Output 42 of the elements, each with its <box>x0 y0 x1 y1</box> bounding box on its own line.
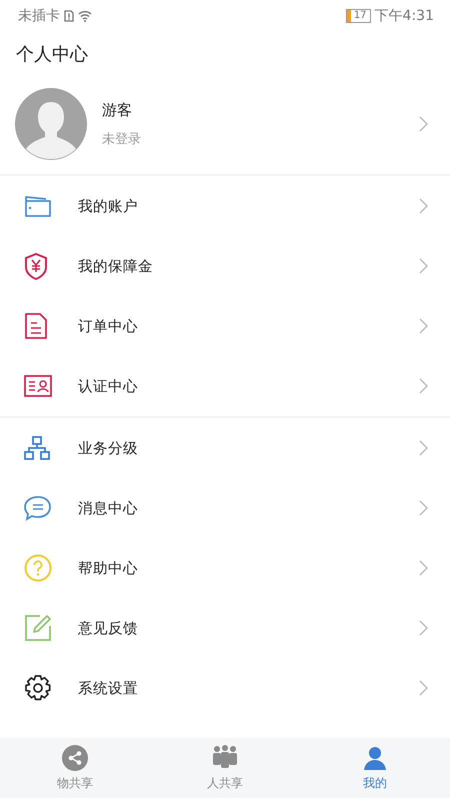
battery-indicator: 17 <box>346 9 371 23</box>
chevron-icon <box>419 318 428 334</box>
chevron-icon <box>419 440 428 456</box>
profile-row[interactable]: 游客 未登录 <box>0 78 450 174</box>
chevron-icon <box>419 378 428 394</box>
menu-item[interactable]: 认证中心 <box>0 356 450 416</box>
menu-item[interactable]: 业务分级 <box>0 418 450 478</box>
login-status: 未登录 <box>102 130 142 148</box>
chevron-icon <box>419 198 428 214</box>
chevron-icon <box>419 680 428 696</box>
menu-item[interactable]: 帮助中心 <box>0 538 450 598</box>
settings-icon <box>24 674 52 702</box>
menu-item[interactable]: 意见反馈 <box>0 598 450 658</box>
chat-icon <box>24 495 52 521</box>
menu-item[interactable]: 我的账户 <box>0 176 450 236</box>
page-title: 个人中心 <box>15 43 89 67</box>
menu-item[interactable]: 消息中心 <box>0 478 450 538</box>
chevron-icon <box>419 620 428 636</box>
avatar-icon <box>15 88 87 160</box>
id-card-icon <box>24 375 52 397</box>
chevron-icon <box>419 500 428 516</box>
nav-tab[interactable]: 我的 <box>300 738 450 798</box>
help-icon <box>24 554 52 582</box>
hierarchy-icon <box>24 436 50 460</box>
menu-item[interactable]: 我的保障金 <box>0 236 450 296</box>
user-name: 游客 <box>102 100 133 120</box>
edit-icon <box>24 614 52 642</box>
wallet-icon <box>24 194 52 218</box>
people-icon <box>211 744 239 770</box>
carrier-text: 未插卡 <box>18 7 60 25</box>
chevron-icon <box>419 560 428 576</box>
chevron-icon <box>419 258 428 274</box>
chevron-icon <box>419 116 428 132</box>
yen-shield-icon <box>24 252 48 280</box>
menu-item[interactable]: 系统设置 <box>0 658 450 718</box>
wifi-icon <box>78 10 92 22</box>
menu-item[interactable]: 订单中心 <box>0 296 450 356</box>
person-icon <box>362 744 388 770</box>
clock-text: 下午4:31 <box>374 7 434 25</box>
document-icon <box>24 312 48 340</box>
share-icon <box>62 744 88 770</box>
sim-icon <box>64 10 74 22</box>
